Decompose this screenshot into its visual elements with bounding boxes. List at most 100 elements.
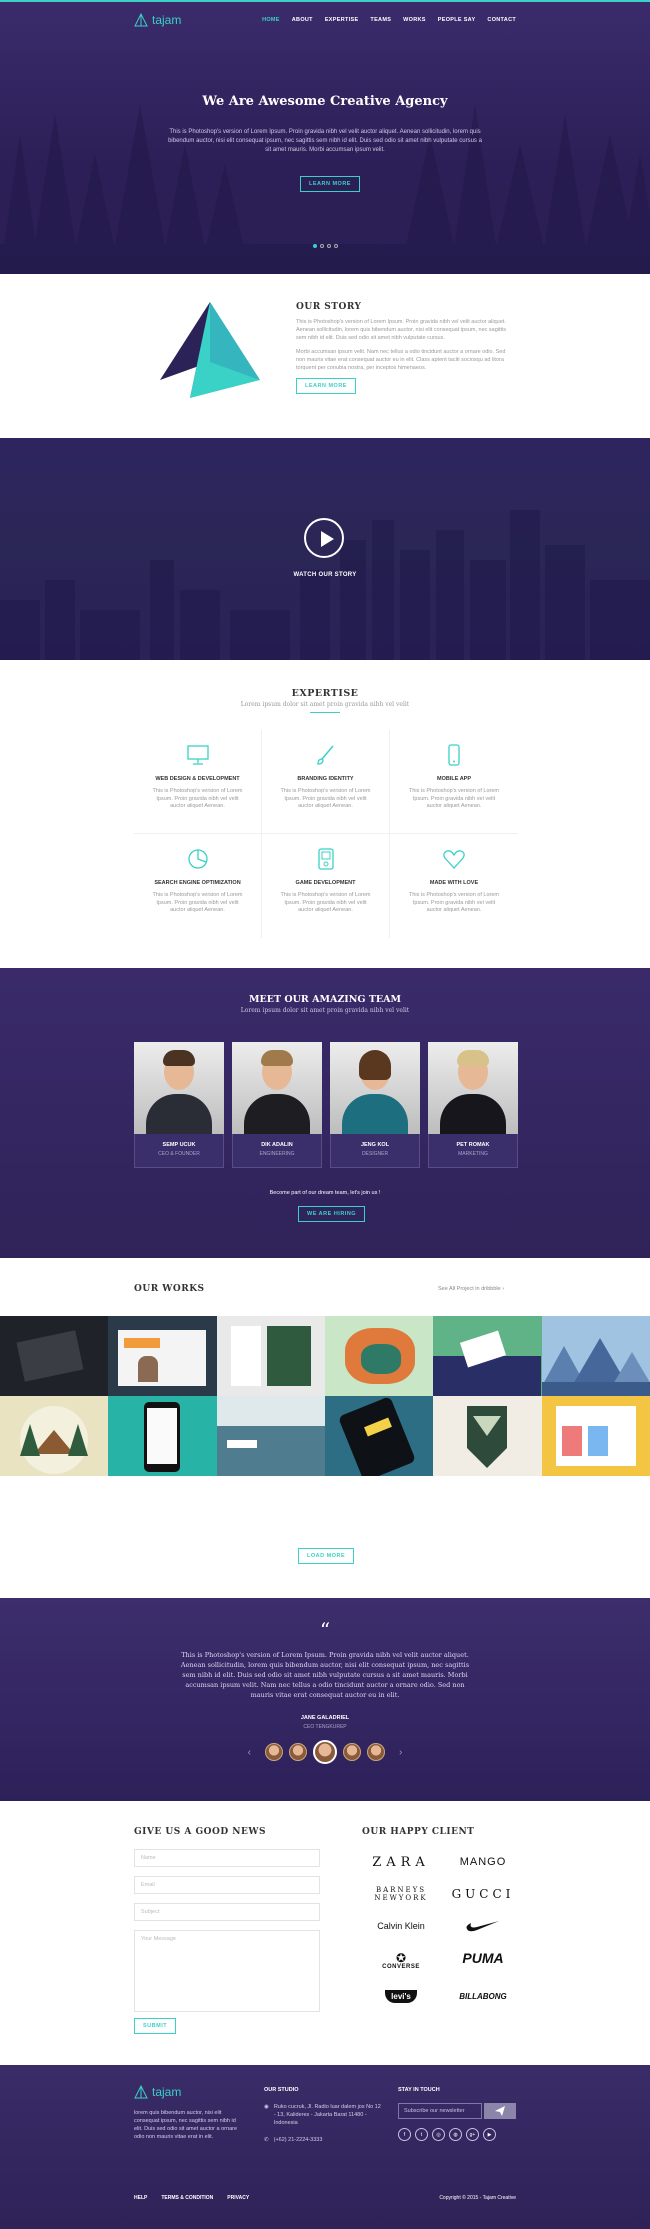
member-name: SEMP UCUK xyxy=(162,1142,196,1148)
work-tile[interactable] xyxy=(433,1316,542,1396)
member-name: JENG KOL xyxy=(360,1142,390,1148)
name-field[interactable]: Name xyxy=(134,1849,320,1867)
star-icon: ✪ xyxy=(395,1951,407,1965)
footer-brand: tajam xyxy=(152,2085,182,2099)
member-photo xyxy=(232,1042,322,1134)
slider-dot[interactable] xyxy=(333,244,338,248)
team-member-card[interactable]: SEMP UCUK CEO & FOUNDER xyxy=(134,1042,224,1168)
twitter-icon[interactable]: t xyxy=(415,2128,428,2141)
member-photo xyxy=(428,1042,518,1134)
footer-link-privacy[interactable]: PRIVACY xyxy=(227,2195,249,2201)
dribbble-icon[interactable]: ◍ xyxy=(449,2128,462,2141)
dribbble-link[interactable]: See All Project in dribbble › xyxy=(438,1286,504,1292)
hero-section: tajam HOME ABOUT EXPERTISE TEAMS WORKS P… xyxy=(0,0,650,274)
slider-dot[interactable] xyxy=(319,244,324,248)
submit-button[interactable]: SUBMIT xyxy=(134,2018,177,2034)
hiring-button[interactable]: WE ARE HIRING xyxy=(298,1206,366,1222)
avatar[interactable] xyxy=(367,1743,385,1761)
divider xyxy=(310,712,340,713)
work-tile[interactable] xyxy=(0,1316,109,1396)
nav-item-contact[interactable]: CONTACT xyxy=(487,17,516,23)
client-logos: ZARA MANGO BARNEYS NEWYORK GUCCI Calvin … xyxy=(360,1851,524,2007)
avatar[interactable] xyxy=(265,1743,283,1761)
email-field[interactable]: Email xyxy=(134,1876,320,1894)
send-button[interactable] xyxy=(484,2103,516,2119)
story-learn-more-button[interactable]: LEARN MORE xyxy=(296,378,356,394)
work-tile[interactable] xyxy=(216,1316,325,1396)
paper-plane-icon xyxy=(495,2106,505,2116)
footer-link-help[interactable]: HELP xyxy=(134,2195,147,2201)
work-tile[interactable] xyxy=(324,1396,434,1476)
work-tile[interactable] xyxy=(0,1396,109,1476)
contact-title: GIVE US A GOOD NEWS xyxy=(134,1827,266,1837)
work-tile[interactable] xyxy=(216,1396,325,1476)
expertise-item-title: SEARCH ENGINE OPTIMIZATION xyxy=(154,880,241,886)
subject-field[interactable]: Subject xyxy=(134,1903,320,1921)
logo-icon xyxy=(134,13,148,27)
slider-dot[interactable] xyxy=(312,244,317,248)
work-tile[interactable] xyxy=(324,1316,434,1396)
newsletter-input[interactable]: Subscribe our newsletter xyxy=(398,2103,482,2119)
nav-item-people-say[interactable]: PEOPLE SAY xyxy=(438,17,476,23)
slider-dot[interactable] xyxy=(326,244,331,248)
team-member-card[interactable]: DIK ADALIN ENGINEERING xyxy=(232,1042,322,1168)
chevron-right-icon[interactable]: › xyxy=(399,1747,402,1758)
copyright: Copyright © 2015 - Tajam Creative xyxy=(439,2195,516,2201)
work-tile[interactable] xyxy=(541,1316,650,1396)
message-field[interactable]: Your Message xyxy=(134,1930,320,2012)
main-menu: HOME ABOUT EXPERTISE TEAMS WORKS PEOPLE … xyxy=(262,17,516,23)
client-logo-mango: MANGO xyxy=(459,1856,507,1868)
google-plus-icon[interactable]: g+ xyxy=(466,2128,479,2141)
watch-story-label: WATCH OUR STORY xyxy=(293,572,357,578)
team-member-card[interactable]: PET ROMAK MARKETING xyxy=(428,1042,518,1168)
footer-about: lorem quis bibendum auctor, nisi elit co… xyxy=(134,2110,238,2140)
social-links: f t ◎ ◍ g+ ▶ xyxy=(398,2128,496,2141)
nav-item-works[interactable]: WORKS xyxy=(403,17,426,23)
nav-item-home[interactable]: HOME xyxy=(262,17,280,23)
expertise-item-title: WEB DESIGN & DEVELOPMENT xyxy=(155,776,240,782)
logo-icon xyxy=(134,2085,148,2099)
hero-title: We Are Awesome Creative Agency xyxy=(202,94,448,109)
clients-title: OUR HAPPY CLIENT xyxy=(362,1827,475,1837)
work-tile[interactable] xyxy=(433,1396,542,1476)
team-subtitle: Lorem ipsum dolor sit amet proin gravida… xyxy=(240,1007,410,1014)
nav-item-about[interactable]: ABOUT xyxy=(292,17,313,23)
team-member-card[interactable]: JENG KOL DESIGNER xyxy=(330,1042,420,1168)
instagram-icon[interactable]: ◎ xyxy=(432,2128,445,2141)
avatar-active[interactable] xyxy=(313,1740,337,1764)
member-photo xyxy=(330,1042,420,1134)
testimonial-role: CEO TENGKUREP xyxy=(303,1724,347,1730)
footer-logo[interactable]: tajam xyxy=(134,2085,181,2099)
work-tile[interactable] xyxy=(108,1316,217,1396)
expertise-item-title: MOBILE APP xyxy=(436,776,472,782)
story-title: OUR STORY xyxy=(296,302,362,312)
facebook-icon[interactable]: f xyxy=(398,2128,411,2141)
monitor-icon xyxy=(186,745,209,765)
member-photo xyxy=(134,1042,224,1134)
works-title: OUR WORKS xyxy=(134,1284,205,1294)
expertise-item-text: This is Photoshop's version of Lorem Ips… xyxy=(408,788,499,809)
avatar[interactable] xyxy=(289,1743,307,1761)
work-tile[interactable] xyxy=(108,1396,217,1476)
load-more-button[interactable]: LOAD MORE xyxy=(298,1548,355,1564)
work-tile[interactable] xyxy=(541,1396,650,1476)
nav-item-expertise[interactable]: EXPERTISE xyxy=(325,17,359,23)
story-paragraph: This is Photoshop's version of Lorem Ips… xyxy=(296,319,507,341)
team-cards: SEMP UCUK CEO & FOUNDER DIK ADALIN ENGINEE… xyxy=(134,1042,518,1168)
nav-item-teams[interactable]: TEAMS xyxy=(370,17,391,23)
chevron-left-icon[interactable]: ‹ xyxy=(248,1747,251,1758)
hero-learn-more-button[interactable]: LEARN MORE xyxy=(300,176,360,192)
heart-icon xyxy=(443,850,465,869)
play-button[interactable] xyxy=(304,518,344,558)
expertise-item-text: This is Photoshop's version of Lorem Ips… xyxy=(280,892,371,913)
avatar[interactable] xyxy=(343,1743,361,1761)
footer-link-terms[interactable]: TERMS & CONDITION xyxy=(161,2195,213,2201)
expertise-item: BRANDING IDENTITY This is Photoshop's ve… xyxy=(262,730,390,834)
testimonial-section: “ This is Photoshop's version of Lorem I… xyxy=(0,1598,650,1801)
expertise-item-text: This is Photoshop's version of Lorem Ips… xyxy=(152,892,243,913)
brand-name: tajam xyxy=(152,13,182,27)
footer: tajam lorem quis bibendum auctor, nisi e… xyxy=(0,2065,650,2229)
brand-logo[interactable]: tajam xyxy=(134,13,181,27)
youtube-icon[interactable]: ▶ xyxy=(483,2128,496,2141)
works-section: OUR WORKS See All Project in dribbble › … xyxy=(0,1258,650,1598)
